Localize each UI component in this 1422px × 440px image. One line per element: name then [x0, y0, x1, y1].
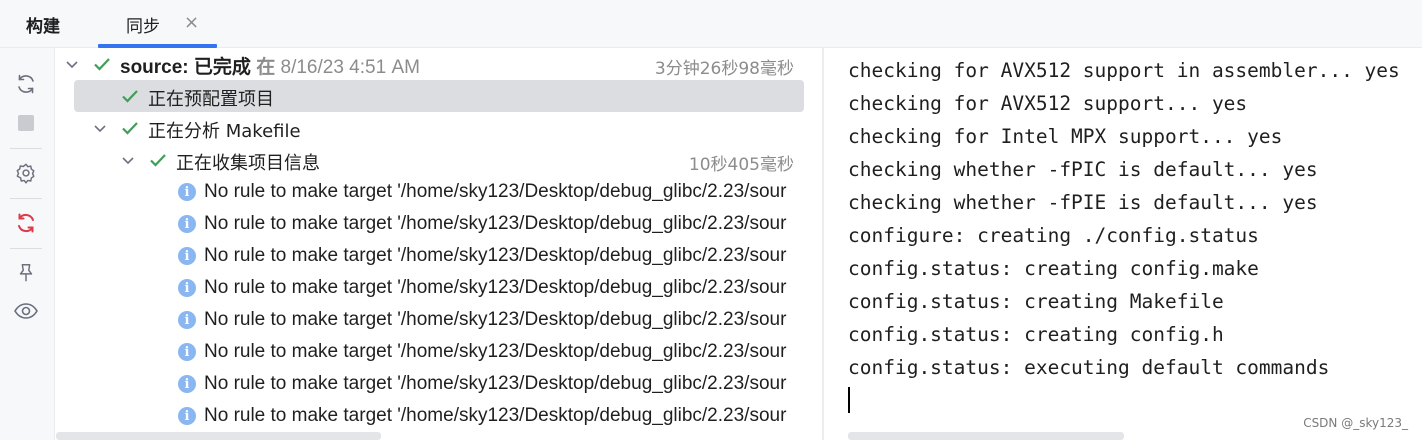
stop-icon[interactable] [13, 110, 39, 136]
tree-item-collect-info[interactable]: 正在收集项目信息 10秒405毫秒 [56, 144, 822, 176]
toolbar-separator [10, 198, 42, 199]
message-text: No rule to make target '/home/sky123/Des… [204, 373, 787, 394]
tab-bar: 构建 同步 × [0, 0, 1422, 48]
watermark: CSDN @_sky123_ [1303, 416, 1408, 430]
message-text: No rule to make target '/home/sky123/Des… [204, 341, 787, 362]
list-item[interactable]: i No rule to make target '/home/sky123/D… [56, 208, 822, 240]
console-line: checking for Intel MPX support... yes [848, 125, 1283, 148]
tree-root-row[interactable]: source: 已完成 在 8/16/23 4:51 AM 3分钟26秒98毫秒 [56, 48, 822, 80]
message-text: No rule to make target '/home/sky123/Des… [204, 405, 787, 426]
list-item[interactable]: i No rule to make target '/home/sky123/D… [56, 240, 822, 272]
tree-item-analyze-makefile[interactable]: 正在分析 Makefile [56, 112, 822, 144]
console-line: config.status: executing default command… [848, 356, 1330, 379]
root-name: source: [120, 57, 189, 78]
info-icon: i [178, 215, 196, 233]
check-icon [94, 58, 110, 71]
root-duration: 3分钟26秒98毫秒 [654, 59, 794, 79]
console-line: config.status: creating config.h [848, 323, 1224, 346]
info-icon: i [178, 407, 196, 425]
info-icon: i [178, 247, 196, 265]
console-line: config.status: creating Makefile [848, 290, 1224, 313]
horizontal-scrollbar[interactable] [848, 432, 1124, 440]
toolbar-separator [10, 248, 42, 249]
list-item[interactable]: i No rule to make target '/home/sky123/D… [56, 336, 822, 368]
tab-sync[interactable]: 同步 × [98, 0, 217, 48]
list-item[interactable]: i No rule to make target '/home/sky123/D… [56, 368, 822, 400]
eye-icon[interactable] [13, 298, 39, 324]
tree-item-label: 正在分析 Makefile [148, 121, 301, 142]
check-icon [150, 154, 166, 167]
message-text: No rule to make target '/home/sky123/Des… [204, 245, 787, 266]
check-icon [122, 90, 138, 103]
list-item[interactable]: i No rule to make target '/home/sky123/D… [56, 400, 822, 432]
list-item[interactable]: i No rule to make target '/home/sky123/D… [56, 304, 822, 336]
root-at: 在 [256, 57, 276, 78]
list-item[interactable]: i No rule to make target '/home/sky123/D… [56, 272, 822, 304]
console-line: checking for AVX512 support in assembler… [848, 59, 1400, 82]
tree-item-label: 正在预配置项目 [148, 89, 274, 110]
console-line: checking whether -fPIE is default... yes [848, 191, 1318, 214]
chevron-down-icon[interactable] [92, 120, 108, 136]
settings-icon[interactable] [13, 160, 39, 186]
list-item[interactable]: i No rule to make target '/home/sky123/D… [56, 176, 822, 208]
root-timestamp: 8/16/23 4:51 AM [280, 57, 420, 78]
sync-error-icon[interactable] [13, 210, 39, 236]
pin-icon[interactable] [13, 260, 39, 286]
chevron-down-icon[interactable] [120, 152, 136, 168]
sync-toolbar [0, 48, 55, 440]
message-text: No rule to make target '/home/sky123/Des… [204, 181, 787, 202]
info-icon: i [178, 183, 196, 201]
toolbar-separator [10, 148, 42, 149]
message-text: No rule to make target '/home/sky123/Des… [204, 213, 787, 234]
tab-sync-label: 同步 [126, 16, 160, 37]
console-line: checking for AVX512 support... yes [848, 92, 1248, 115]
console-line: configure: creating ./config.status [848, 224, 1259, 247]
tab-build[interactable]: 构建 [26, 0, 60, 48]
horizontal-scrollbar[interactable] [56, 432, 381, 440]
console-output[interactable]: checking for AVX2 support in assembler..… [824, 48, 1422, 440]
info-icon: i [178, 375, 196, 393]
info-icon: i [178, 343, 196, 361]
chevron-down-icon[interactable] [64, 56, 80, 72]
info-icon: i [178, 311, 196, 329]
root-status: 已完成 [193, 57, 251, 78]
text-cursor [848, 387, 850, 413]
message-text: No rule to make target '/home/sky123/Des… [204, 309, 787, 330]
close-icon[interactable]: × [184, 14, 199, 32]
console-line: config.status: creating config.make [848, 257, 1259, 280]
tree-item-label: 正在收集项目信息 [176, 153, 320, 174]
sync-tree: source: 已完成 在 8/16/23 4:51 AM 3分钟26秒98毫秒… [56, 48, 822, 440]
check-icon [122, 122, 138, 135]
console-line: checking whether -fPIC is default... yes [848, 158, 1318, 181]
refresh-icon[interactable] [13, 71, 39, 97]
message-text: No rule to make target '/home/sky123/Des… [204, 277, 787, 298]
info-icon: i [178, 279, 196, 297]
tree-item-preconfigure[interactable]: 正在预配置项目 [56, 80, 822, 112]
tree-item-duration: 10秒405毫秒 [688, 155, 794, 175]
